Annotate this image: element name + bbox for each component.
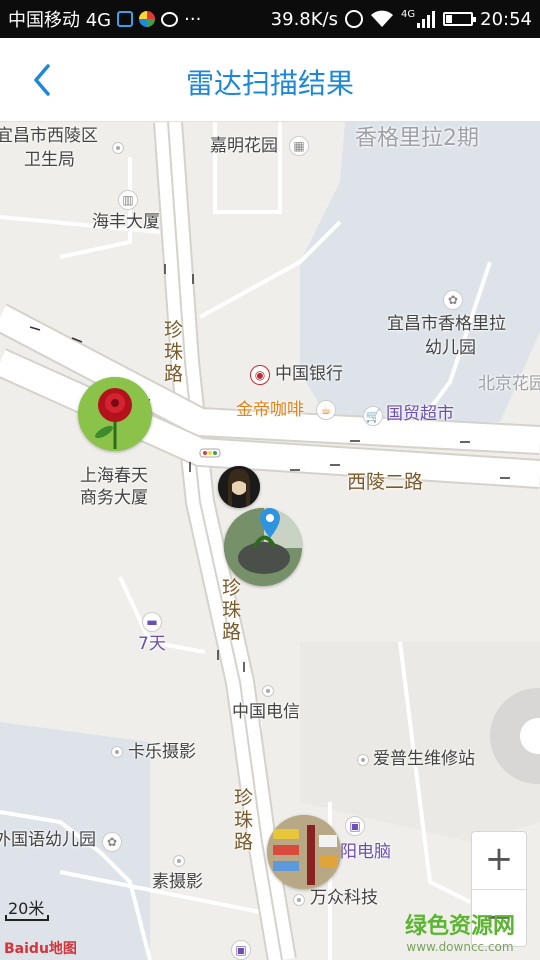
poi-label[interactable]: 卡乐摄影 bbox=[128, 742, 196, 762]
weibo-icon bbox=[161, 11, 179, 27]
rose-image bbox=[78, 377, 152, 451]
page-title: 雷达扫描结果 bbox=[185, 67, 354, 100]
poi-label[interactable]: 金帝咖啡 bbox=[236, 400, 304, 420]
building-icon[interactable]: ▥ bbox=[118, 190, 138, 210]
watermark: 绿色资源网 www.downcc.com bbox=[405, 908, 515, 954]
baidu-map-logo: Baidu地图 bbox=[4, 941, 77, 957]
poi-label[interactable]: 中国银行 bbox=[275, 364, 343, 384]
app-notification-icon bbox=[139, 11, 156, 27]
poi-label[interactable]: 嘉明花园 bbox=[210, 136, 278, 156]
status-bar: 中国移动 4G ··· 39.8K/s 4G 20:54 bbox=[0, 0, 540, 38]
map-scale-bar bbox=[5, 915, 49, 921]
road-label: 珍 珠 路 bbox=[234, 787, 254, 853]
app-header: 雷达扫描结果 bbox=[0, 38, 540, 122]
road-label: 珍 珠 路 bbox=[164, 319, 184, 385]
poi-label[interactable]: 卫生局 bbox=[24, 150, 75, 170]
poi-dot[interactable] bbox=[293, 894, 305, 906]
poi-label[interactable]: 爱普生维修站 bbox=[373, 749, 475, 769]
alarm-icon bbox=[345, 10, 363, 28]
poi-label[interactable]: 阳电脑 bbox=[340, 842, 391, 862]
portrait-image bbox=[218, 466, 260, 508]
poi-dot[interactable] bbox=[262, 685, 274, 697]
bank-icon[interactable]: ◉ bbox=[250, 365, 270, 385]
signal-icon bbox=[417, 11, 436, 28]
road-label: 西陵二路 bbox=[347, 471, 424, 493]
user-avatar-girl[interactable] bbox=[218, 466, 260, 508]
hotel-icon[interactable]: ▬ bbox=[142, 612, 162, 632]
poi-label[interactable]: 宜昌市西陵区 bbox=[0, 126, 98, 146]
network-speed: 39.8K/s bbox=[270, 8, 338, 30]
poi-label[interactable]: 外国语幼儿园 bbox=[0, 830, 96, 850]
shopping-bag-icon[interactable]: ▣ bbox=[345, 816, 365, 836]
coffee-icon[interactable]: ☕ bbox=[316, 400, 336, 420]
kindergarten-icon[interactable]: ✿ bbox=[443, 290, 463, 310]
poi-label[interactable]: 中国电信 bbox=[232, 702, 300, 722]
location-pin-icon[interactable] bbox=[258, 508, 282, 540]
kindergarten-icon[interactable]: ✿ bbox=[102, 832, 122, 852]
poi-label[interactable]: 素摄影 bbox=[152, 872, 203, 892]
store-shelf-image bbox=[267, 815, 341, 889]
poi-label[interactable]: 宜昌市香格里拉 bbox=[387, 314, 506, 334]
poi-label[interactable]: 万众科技 bbox=[310, 888, 378, 908]
battery-icon bbox=[443, 12, 477, 26]
poi-label[interactable]: 上海春天 bbox=[80, 466, 148, 486]
more-notifications: ··· bbox=[184, 8, 202, 30]
radar-map[interactable]: 宜昌市西陵区 卫生局 嘉明花园 ▦ 香格里拉2期 ▥ 海丰大厦 ✿ 宜昌市香格里… bbox=[0, 122, 540, 960]
area-label: 北京花园 bbox=[478, 374, 540, 394]
poi-label[interactable]: 幼儿园 bbox=[425, 338, 476, 358]
poi-label[interactable]: 7天 bbox=[138, 634, 166, 654]
building-icon[interactable]: ▦ bbox=[289, 136, 309, 156]
poi-label[interactable]: 国贸超市 bbox=[386, 404, 454, 424]
area-label: 香格里拉2期 bbox=[355, 126, 479, 151]
user-avatar-shelf[interactable] bbox=[267, 815, 341, 889]
poi-dot[interactable] bbox=[173, 855, 185, 867]
carrier-label: 中国移动 4G bbox=[8, 10, 112, 31]
zoom-in-button[interactable]: + bbox=[472, 832, 526, 889]
road-label: 珍 珠 路 bbox=[222, 577, 242, 643]
watermark-url: www.downcc.com bbox=[406, 940, 514, 954]
watermark-title: 绿色资源网 bbox=[405, 914, 516, 939]
poi-dot[interactable] bbox=[111, 746, 123, 758]
clock: 20:54 bbox=[480, 8, 532, 30]
shopping-bag-icon[interactable]: ▣ bbox=[231, 940, 251, 960]
network-type-label: 4G bbox=[401, 8, 416, 20]
poi-label[interactable]: 商务大厦 bbox=[80, 488, 148, 508]
user-avatar-rose[interactable] bbox=[78, 377, 152, 451]
lock-notification-icon bbox=[117, 11, 134, 27]
wifi-icon bbox=[371, 10, 393, 27]
poi-label[interactable]: 海丰大厦 bbox=[92, 212, 160, 232]
shopping-cart-icon[interactable]: 🛒 bbox=[363, 406, 383, 426]
poi-dot[interactable] bbox=[112, 142, 124, 154]
poi-dot[interactable] bbox=[357, 754, 369, 766]
